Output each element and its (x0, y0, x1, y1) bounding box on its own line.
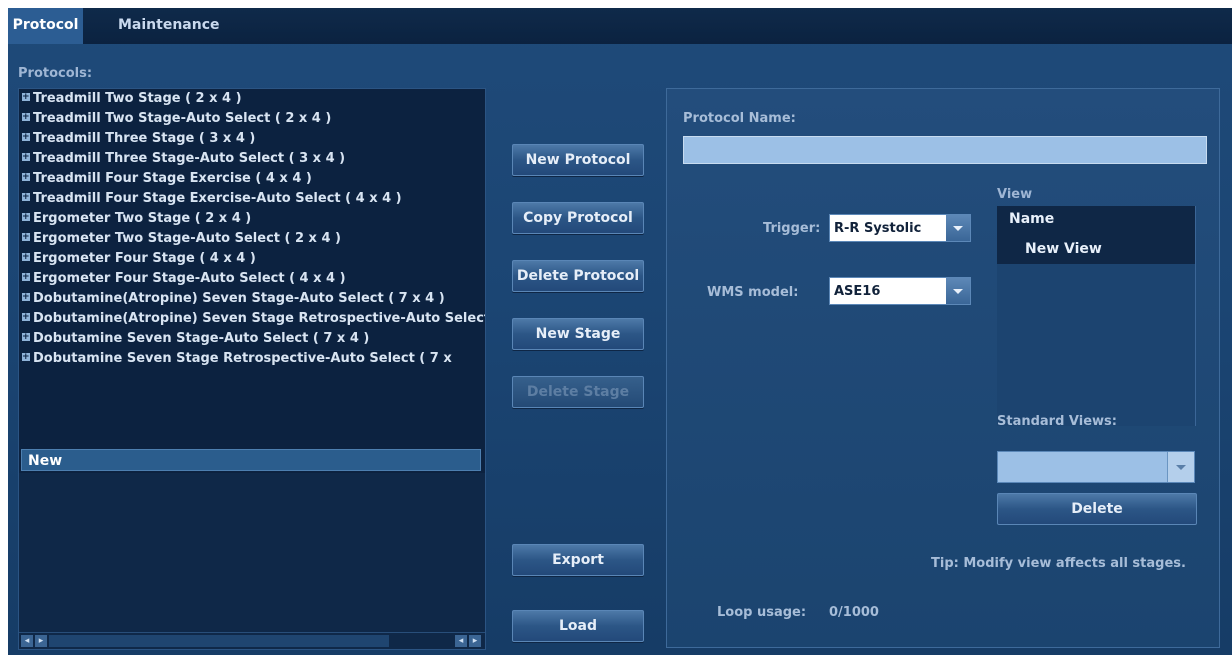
view-item-new-view[interactable]: New View (1025, 241, 1102, 257)
standard-views-select[interactable] (997, 451, 1195, 483)
protocol-row[interactable]: Ergometer Four Stage ( 4 x 4 ) (19, 249, 485, 269)
expand-icon[interactable] (22, 289, 30, 307)
tab-protocol[interactable]: Protocol (8, 8, 83, 44)
empty-list-row (19, 565, 485, 589)
protocol-row[interactable]: Dobutamine(Atropine) Seven Stage Retrosp… (19, 309, 485, 329)
expand-icon[interactable] (22, 249, 30, 267)
expand-icon[interactable] (22, 169, 30, 187)
expand-icon[interactable] (22, 209, 30, 227)
loop-usage-label: Loop usage: (717, 605, 807, 620)
protocol-row-label: Treadmill Two Stage ( 2 x 4 ) (33, 91, 242, 106)
wms-model-select[interactable]: ASE16 (829, 277, 971, 305)
protocol-name-label: Protocol Name: (683, 111, 796, 126)
protocol-row[interactable]: Dobutamine Seven Stage Retrospective-Aut… (19, 349, 485, 369)
scroll-left-end-icon[interactable]: ◂ (455, 635, 467, 647)
protocol-row[interactable]: Ergometer Two Stage-Auto Select ( 2 x 4 … (19, 229, 485, 249)
view-name-header: Name (1009, 211, 1055, 227)
protocol-row-label: Treadmill Three Stage ( 3 x 4 ) (33, 131, 256, 146)
empty-list-row (19, 588, 485, 612)
expand-icon[interactable] (22, 129, 30, 147)
protocol-row-label: Dobutamine Seven Stage-Auto Select ( 7 x… (33, 331, 370, 346)
wms-model-label: WMS model: (707, 285, 799, 300)
loop-usage-value: 0/1000 (829, 605, 879, 620)
chevron-down-icon[interactable] (946, 278, 970, 304)
standard-views-label: Standard Views: (997, 414, 1117, 429)
new-protocol-button[interactable]: New Protocol (512, 144, 644, 176)
tab-bar: Protocol Maintenance (8, 8, 1232, 44)
protocol-row[interactable]: Treadmill Two Stage ( 2 x 4 ) (19, 89, 485, 109)
expand-icon[interactable] (22, 309, 30, 327)
expand-icon[interactable] (22, 149, 30, 167)
protocol-row-label: Treadmill Four Stage Exercise-Auto Selec… (33, 191, 402, 206)
protocol-row[interactable]: Dobutamine(Atropine) Seven Stage-Auto Se… (19, 289, 485, 309)
chevron-down-icon[interactable] (1167, 452, 1194, 482)
delete-stage-button[interactable]: Delete Stage (512, 376, 644, 408)
protocol-row[interactable]: Ergometer Four Stage-Auto Select ( 4 x 4… (19, 269, 485, 289)
export-button[interactable]: Export (512, 544, 644, 576)
chevron-down-icon[interactable] (946, 215, 970, 241)
app-window: Protocol Maintenance Protocols: Treadmil… (8, 8, 1232, 655)
protocol-name-input[interactable] (683, 136, 1207, 164)
scroll-thumb[interactable] (49, 635, 389, 647)
protocol-row-label: Ergometer Two Stage-Auto Select ( 2 x 4 … (33, 231, 341, 246)
copy-protocol-button[interactable]: Copy Protocol (512, 202, 644, 234)
protocol-row-label: Ergometer Four Stage-Auto Select ( 4 x 4… (33, 271, 346, 286)
protocols-label: Protocols: (18, 66, 93, 81)
trigger-label: Trigger: (763, 221, 821, 236)
protocol-row-label: Treadmill Four Stage Exercise ( 4 x 4 ) (33, 171, 312, 186)
protocol-row-label: Treadmill Two Stage-Auto Select ( 2 x 4 … (33, 111, 332, 126)
protocol-row-label: Dobutamine(Atropine) Seven Stage Retrosp… (33, 311, 485, 326)
horizontal-scrollbar[interactable]: ◂ ▸ ◂ ▸ (19, 632, 485, 649)
delete-view-button[interactable]: Delete (997, 493, 1197, 525)
tip-text: Tip: Modify view affects all stages. (931, 556, 1186, 571)
new-stage-button[interactable]: New Stage (512, 318, 644, 350)
empty-list-row (19, 519, 485, 543)
protocol-row[interactable]: Treadmill Two Stage-Auto Select ( 2 x 4 … (19, 109, 485, 129)
protocol-row[interactable]: Treadmill Three Stage ( 3 x 4 ) (19, 129, 485, 149)
protocol-row-label: Ergometer Two Stage ( 2 x 4 ) (33, 211, 252, 226)
empty-list-row (19, 496, 485, 520)
protocol-row-label: Ergometer Four Stage ( 4 x 4 ) (33, 251, 256, 266)
protocol-list[interactable]: Treadmill Two Stage ( 2 x 4 ) Treadmill T… (18, 88, 486, 650)
scroll-right-end-icon[interactable]: ▸ (469, 635, 481, 647)
protocol-row-selected[interactable]: New (21, 449, 481, 471)
protocol-row[interactable]: Treadmill Four Stage Exercise ( 4 x 4 ) (19, 169, 485, 189)
empty-list-row (19, 473, 485, 497)
scroll-right-icon[interactable]: ▸ (35, 635, 47, 647)
tab-maintenance[interactable]: Maintenance (108, 8, 230, 44)
protocol-row[interactable]: Treadmill Four Stage Exercise-Auto Selec… (19, 189, 485, 209)
wms-model-value: ASE16 (834, 284, 881, 299)
expand-icon[interactable] (22, 349, 30, 367)
view-list[interactable]: Name New View (997, 206, 1196, 426)
protocol-row-label: Treadmill Three Stage-Auto Select ( 3 x … (33, 151, 346, 166)
scroll-left-icon[interactable]: ◂ (21, 635, 33, 647)
expand-icon[interactable] (22, 329, 30, 347)
trigger-select[interactable]: R-R Systolic (829, 214, 971, 242)
view-label: View (997, 187, 1033, 202)
protocol-row[interactable]: Treadmill Three Stage-Auto Select ( 3 x … (19, 149, 485, 169)
protocol-row[interactable]: Ergometer Two Stage ( 2 x 4 ) (19, 209, 485, 229)
expand-icon[interactable] (22, 269, 30, 287)
delete-protocol-button[interactable]: Delete Protocol (512, 260, 644, 292)
load-button[interactable]: Load (512, 610, 644, 642)
protocol-row-label: Dobutamine(Atropine) Seven Stage-Auto Se… (33, 291, 445, 306)
empty-list-row (19, 542, 485, 566)
expand-icon[interactable] (22, 189, 30, 207)
protocol-detail-panel: Protocol Name: View Trigger: R-R Systoli… (666, 88, 1220, 648)
trigger-value: R-R Systolic (834, 221, 922, 236)
protocol-row-label: Dobutamine Seven Stage Retrospective-Aut… (33, 351, 452, 366)
expand-icon[interactable] (22, 89, 30, 107)
expand-icon[interactable] (22, 229, 30, 247)
protocol-row[interactable]: Dobutamine Seven Stage-Auto Select ( 7 x… (19, 329, 485, 349)
expand-icon[interactable] (22, 109, 30, 127)
